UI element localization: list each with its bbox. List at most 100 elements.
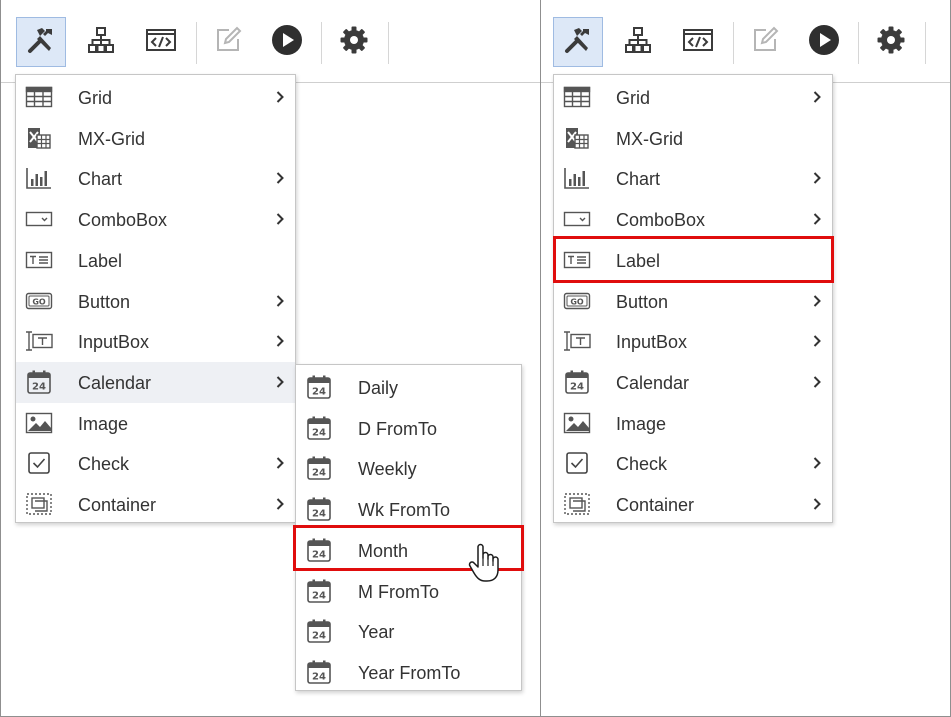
menu-item-calendar[interactable]: 24 Calendar [554, 362, 832, 403]
label-icon [24, 248, 54, 272]
calendar-icon: 24 [304, 497, 334, 521]
edit-button[interactable] [740, 17, 790, 67]
menu-item-container[interactable]: Container [16, 484, 295, 525]
menu-item-year-fromto[interactable]: 24 Year FromTo [296, 652, 521, 693]
tools-button[interactable] [553, 17, 603, 67]
button-icon: GO [24, 289, 54, 313]
svg-text:24: 24 [312, 631, 326, 642]
menu-item-image[interactable]: Image [554, 403, 832, 444]
settings-button[interactable] [329, 17, 379, 67]
combobox-icon [24, 207, 54, 231]
chevron-right-icon [273, 168, 287, 188]
menu-item-chart[interactable]: Chart [16, 158, 295, 199]
menu-item-check[interactable]: Check [16, 443, 295, 484]
menu-item-combobox[interactable]: ComboBox [554, 199, 832, 240]
menu-item-weekly[interactable]: 24 Weekly [296, 448, 521, 489]
menu-item-label: Chart [616, 169, 661, 190]
left-toolbar [1, 0, 540, 83]
menu-item-calendar[interactable]: 24 Calendar [16, 361, 295, 403]
calendar-icon: 24 [304, 456, 334, 481]
menu-item-year[interactable]: 24 Year [296, 611, 521, 652]
svg-text:24: 24 [570, 381, 584, 392]
menu-item-label: InputBox [78, 332, 150, 353]
settings-button[interactable] [866, 17, 916, 67]
bar-chart-icon [24, 166, 54, 190]
menu-item-label: Wk FromTo [358, 500, 450, 521]
component-menu: Grid MX-Grid Chart ComboBox Label GO Button Inp… [15, 74, 296, 523]
menu-item-mx-grid[interactable]: MX-Grid [16, 118, 295, 159]
menu-item-button[interactable]: GO Button [16, 281, 295, 322]
menu-item-label: Calendar [616, 372, 690, 393]
menu-item-label[interactable]: Label [554, 240, 832, 281]
menu-item-label: Daily [358, 378, 399, 398]
hierarchy-button[interactable] [76, 17, 126, 67]
chevron-right-icon [810, 87, 824, 107]
chevron-right-icon [810, 291, 824, 311]
svg-text:24: 24 [312, 671, 326, 682]
calendar-icon: 24 [304, 619, 334, 643]
edit-icon [750, 25, 780, 60]
inputbox-icon [24, 329, 54, 353]
menu-item-d-fromto[interactable]: 24 D FromTo [296, 408, 521, 449]
menu-item-label: MX-Grid [616, 128, 683, 149]
menu-item-label[interactable]: Label [16, 240, 295, 281]
menu-item-check[interactable]: Check [554, 443, 832, 484]
menu-item-daily[interactable]: 24 Daily [296, 367, 521, 408]
image-icon [24, 411, 54, 435]
play-button[interactable] [799, 17, 849, 67]
calendar-icon: 24 [304, 538, 334, 562]
svg-text:24: 24 [32, 381, 46, 392]
menu-item-button[interactable]: GO Button [554, 281, 832, 322]
menu-item-combobox[interactable]: ComboBox [16, 199, 295, 240]
menu-item-label: Label [616, 250, 661, 271]
tools-button[interactable] [16, 17, 66, 67]
chevron-right-icon [810, 372, 824, 392]
toolbar-separator [733, 22, 734, 64]
code-button[interactable] [136, 17, 186, 67]
menu-item-wk-fromto[interactable]: 24 Wk FromTo [296, 489, 521, 530]
edit-button[interactable] [203, 17, 253, 67]
tools-icon [26, 25, 56, 60]
menu-item-label: Button [616, 291, 669, 312]
mx-grid-icon [562, 126, 592, 150]
container-icon [562, 492, 592, 516]
svg-text:24: 24 [312, 387, 326, 398]
label-icon [562, 248, 592, 272]
hand-cursor-icon [468, 542, 502, 584]
hierarchy-icon [86, 25, 116, 60]
menu-item-label: Container [616, 495, 695, 515]
calendar-icon: 24 [304, 375, 334, 399]
menu-item-inputbox[interactable]: InputBox [554, 321, 832, 362]
inputbox-icon [562, 329, 592, 353]
menu-item-grid[interactable]: Grid [16, 77, 295, 118]
toolbar-separator [925, 22, 926, 64]
menu-item-image[interactable]: Image [16, 403, 295, 444]
play-icon [271, 24, 303, 61]
chevron-right-icon [810, 168, 824, 188]
checkbox-icon [24, 451, 54, 475]
menu-item-label: Chart [78, 169, 123, 190]
menu-item-chart[interactable]: Chart [554, 158, 832, 199]
code-button[interactable] [673, 17, 723, 67]
chevron-right-icon [273, 291, 287, 311]
menu-item-container[interactable]: Container [554, 484, 832, 525]
gear-icon [876, 25, 906, 60]
menu-item-label: Year [358, 622, 395, 643]
menu-item-grid[interactable]: Grid [554, 77, 832, 118]
image-icon [562, 411, 592, 435]
hierarchy-button[interactable] [613, 17, 663, 67]
menu-item-label: MX-Grid [78, 128, 145, 149]
menu-item-label: Year FromTo [358, 662, 461, 683]
play-button[interactable] [262, 17, 312, 67]
menu-item-inputbox[interactable]: InputBox [16, 321, 295, 362]
menu-item-mx-grid[interactable]: MX-Grid [554, 118, 832, 159]
svg-text:GO: GO [32, 297, 46, 306]
svg-text:24: 24 [312, 509, 326, 520]
chevron-right-icon [273, 494, 287, 514]
component-menu: Grid MX-Grid Chart ComboBox Label GO Button Inp… [553, 74, 833, 523]
calendar-icon: 24 [304, 660, 334, 684]
menu-item-label: M FromTo [358, 581, 439, 602]
calendar-icon: 24 [304, 579, 334, 603]
svg-text:24: 24 [312, 590, 326, 601]
play-icon [808, 24, 840, 61]
